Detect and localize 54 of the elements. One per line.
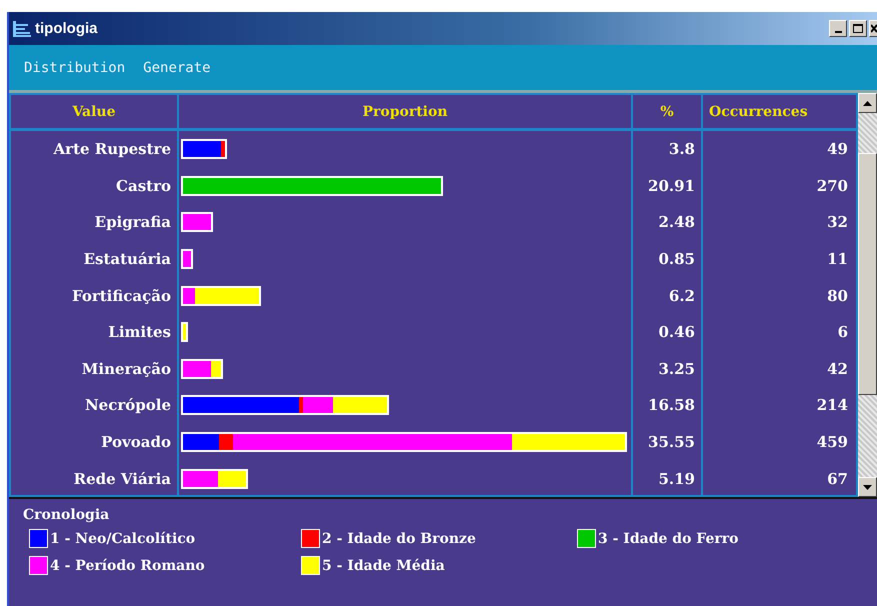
maximize-button[interactable] [849,20,867,37]
scroll-thumb[interactable] [858,153,877,395]
scrollbar[interactable] [858,93,877,497]
legend-label: 1 - Neo/Calcolítico [50,530,196,546]
table-cell-text: 49 [826,139,849,160]
table-cell: Epigrafia [11,204,179,241]
table-cell-text: 32 [826,212,849,234]
close-button[interactable] [869,20,877,37]
table-cell: Necrópole [11,387,179,424]
table-cell: 20.91 [633,168,703,204]
table-cell-text: 270 [816,176,849,197]
legend-label: 3 - Idade do Ferro [598,530,738,546]
table-cell-text: 42 [826,358,849,380]
table-cell: 35.55 [633,424,703,460]
legend-label: 2 - Idade do Bronze [322,530,476,546]
table-cell: Rede Viária [11,460,179,497]
table-cell: 16.58 [633,387,703,424]
up-arrow-icon [863,100,872,106]
table-cell: Mineração [11,350,179,388]
column-header[interactable]: % [633,95,703,131]
table-cell: 3.8 [633,131,703,168]
table-cell-text: 214 [816,395,849,416]
legend-label: 5 - Idade Média [322,558,445,574]
column-header[interactable]: Occurrences [703,95,856,131]
maximize-icon [853,24,863,33]
table-cell-text: 459 [816,432,849,454]
column-header[interactable]: Proportion [179,95,633,131]
table-cell: 2.48 [633,204,703,241]
minimize-button[interactable] [829,20,847,37]
scroll-down-button[interactable] [858,477,877,497]
table-cell-text: 11 [826,249,849,270]
minimize-icon [834,30,842,32]
legend-label: 4 - Período Romano [50,558,205,574]
column-header[interactable]: Value [11,95,179,131]
table-cell: Arte Rupestre [11,131,179,168]
table-cell: 5.19 [633,460,703,497]
app-icon [13,20,31,36]
window-title: tipologia [35,20,98,37]
table-cell: Limites [11,314,179,351]
table-cell: Fortificação [11,277,179,314]
table-cell: Povoado [11,424,179,460]
close-icon [870,24,876,33]
table-cell-text: 67 [826,468,849,490]
table-cell: 0.46 [633,314,703,351]
table-cell: Castro [11,168,179,204]
down-arrow-icon [863,484,872,490]
table-cell-text: 80 [826,286,849,307]
table-cell: Estatuária [11,240,179,278]
table-cell: 3.25 [633,350,703,388]
table-cell: 0.85 [633,240,703,278]
table-cell: 6.2 [633,277,703,314]
table-cell-text: 6 [836,322,849,344]
legend-title: Cronologia [23,507,110,523]
scroll-up-button[interactable] [858,93,877,113]
